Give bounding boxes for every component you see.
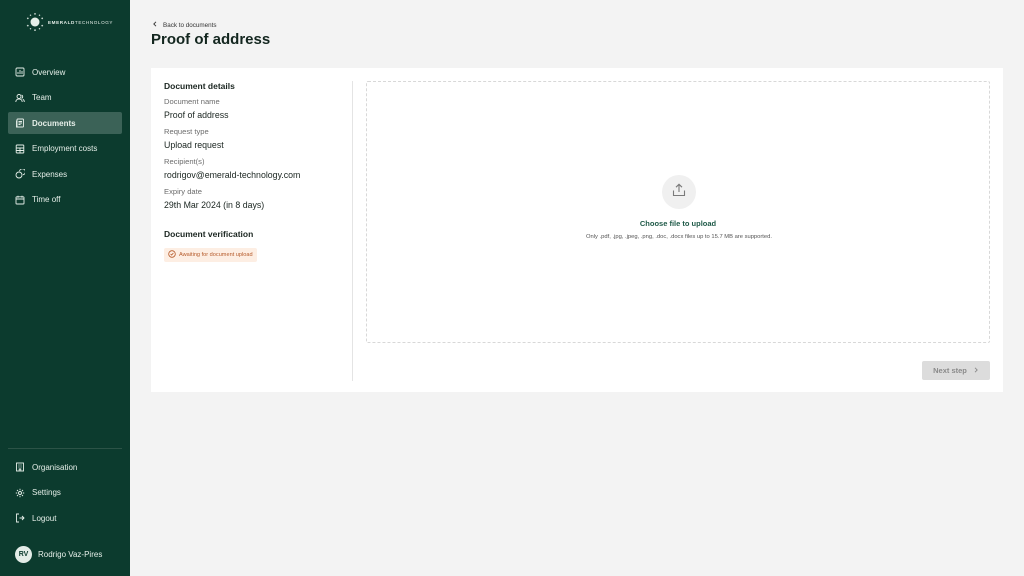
- page-title: Proof of address: [151, 31, 271, 48]
- sidebar-nav: Overview Team Documents Employment costs…: [8, 61, 122, 215]
- sidebar-item-team[interactable]: Team: [8, 87, 122, 109]
- sidebar-item-label: Organisation: [32, 462, 78, 472]
- sidebar-item-overview[interactable]: Overview: [8, 61, 122, 83]
- sidebar-bottom-nav: Organisation Settings Logout: [8, 456, 122, 533]
- recipients-label: Recipient(s): [164, 157, 205, 166]
- sidebar-item-label: Expenses: [32, 169, 68, 179]
- logout-icon: [15, 513, 25, 523]
- document-verification-title: Document verification: [164, 229, 254, 239]
- upload-icon: [671, 182, 687, 203]
- chart-icon: [15, 67, 25, 77]
- sidebar-item-label: Overview: [32, 67, 66, 77]
- user-profile[interactable]: RV Rodrigo Vaz-Pires: [15, 546, 102, 563]
- document-details-panel: Document details Document name Proof of …: [164, 81, 353, 381]
- sidebar-item-label: Time off: [32, 195, 61, 205]
- sidebar-item-logout[interactable]: Logout: [8, 507, 122, 529]
- brand-name-bold: EMERALD: [48, 19, 75, 25]
- chevron-right-icon: [973, 366, 979, 375]
- sidebar-item-label: Documents: [32, 118, 76, 128]
- next-step-label: Next step: [933, 366, 967, 375]
- sidebar-divider: [8, 448, 122, 449]
- users-icon: [15, 93, 25, 103]
- sidebar-item-label: Logout: [32, 513, 57, 523]
- request-type-label: Request type: [164, 127, 209, 136]
- avatar: RV: [15, 546, 32, 563]
- sidebar-item-label: Team: [32, 93, 52, 103]
- user-name: Rodrigo Vaz-Pires: [38, 550, 103, 559]
- sidebar-item-employment-costs[interactable]: Employment costs: [8, 138, 122, 160]
- sidebar-item-documents[interactable]: Documents: [8, 112, 122, 135]
- expiry-date-value: 29th Mar 2024 (in 8 days): [164, 200, 265, 210]
- next-step-button[interactable]: Next step: [922, 361, 990, 380]
- document-details-title: Document details: [164, 81, 235, 91]
- sidebar-item-time-off[interactable]: Time off: [8, 189, 122, 211]
- status-badge: Awaiting for document upload: [164, 248, 257, 262]
- request-type-value: Upload request: [164, 140, 224, 150]
- choose-file-link[interactable]: Choose file to upload: [367, 219, 989, 228]
- status-badge-label: Awaiting for document upload: [179, 252, 253, 258]
- upload-hint: Only .pdf, .jpg, .jpeg, .png, .doc, .doc…: [586, 234, 772, 240]
- calculator-icon: [15, 144, 25, 154]
- brand-name: EMERALDTECHNOLOGY: [48, 20, 113, 25]
- sidebar-item-expenses[interactable]: Expenses: [8, 163, 122, 185]
- brand-name-thin: TECHNOLOGY: [74, 19, 114, 25]
- upload-icon-container: [662, 175, 696, 209]
- back-link-label: Back to documents: [163, 21, 217, 29]
- recipients-value: rodrigov@emerald-technology.com: [164, 170, 301, 180]
- expiry-date-label: Expiry date: [164, 187, 202, 196]
- sidebar-item-label: Employment costs: [32, 144, 98, 154]
- sidebar: EMERALDTECHNOLOGY Overview Team Document…: [0, 0, 130, 576]
- brand-logo[interactable]: EMERALDTECHNOLOGY: [26, 12, 113, 32]
- sidebar-item-organisation[interactable]: Organisation: [8, 456, 122, 478]
- gear-icon: [15, 488, 25, 498]
- coins-icon: [15, 169, 25, 179]
- file-upload-dropzone[interactable]: Choose file to upload Only .pdf, .jpg, .…: [366, 81, 990, 343]
- document-card: Document details Document name Proof of …: [151, 68, 1003, 392]
- document-name-label: Document name: [164, 97, 220, 106]
- sidebar-item-label: Settings: [32, 488, 61, 498]
- sidebar-item-settings[interactable]: Settings: [8, 482, 122, 504]
- document-icon: [15, 118, 25, 128]
- chevron-left-icon: [152, 21, 158, 29]
- back-link[interactable]: Back to documents: [152, 21, 217, 29]
- building-icon: [15, 462, 25, 472]
- pending-status-icon: [168, 250, 176, 260]
- calendar-icon: [15, 195, 25, 205]
- emerald-logo-icon: [26, 12, 44, 32]
- document-name-value: Proof of address: [164, 110, 229, 120]
